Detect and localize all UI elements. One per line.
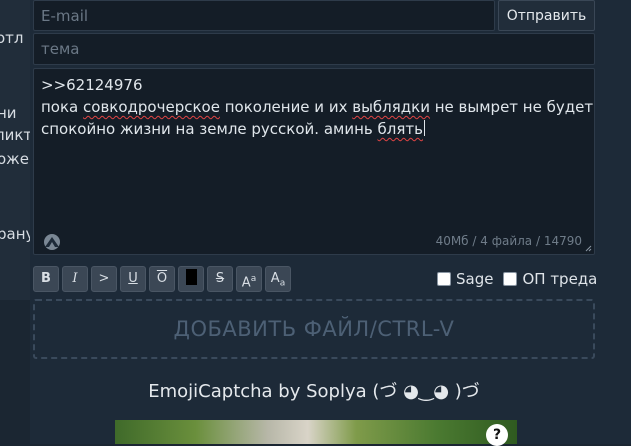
post-options: Sage ОП треда [437,270,597,288]
strikethrough-button[interactable]: S [207,266,233,292]
misspelled-word: совкодрочерское [83,98,220,116]
captcha-title: EmojiCaptcha by Soplya (づ ◕‿◕ )づ [148,381,480,402]
background-text: рану [0,225,30,243]
background-text: ликт [0,126,30,144]
sage-option[interactable]: Sage [437,270,493,288]
background-text: ни [0,104,17,122]
quote-button[interactable]: > [91,266,117,292]
background-post-strip: отл ни ликт оже рану [0,0,30,300]
bold-button[interactable]: B [33,266,59,292]
text-cursor [423,120,425,136]
extension-icon[interactable] [41,233,63,251]
email-field[interactable]: E-mail [33,0,495,31]
background-text: оже [0,150,29,168]
op-checkbox[interactable] [503,272,518,286]
misspelled-word: блять [377,120,423,138]
message-textarea[interactable]: >>62124976 пока совкодрочерское поколени… [33,68,595,255]
captcha-image[interactable] [115,420,517,444]
upload-limit-counter: 40Мб / 4 файла / 14790 [435,234,582,248]
subject-field[interactable]: тема [33,33,595,65]
post-form: E-mail Отправить тема >>62124976 пока со… [30,0,631,446]
underline-button[interactable]: U [120,266,146,292]
misspelled-word: выблядки [352,98,430,116]
submit-button[interactable]: Отправить [498,0,595,31]
spoiler-button[interactable] [178,266,204,292]
message-line: пока совкодрочерское поколение и их выбл… [41,98,594,116]
superscript-button[interactable]: Aa [236,266,262,292]
background-text: отл [0,29,24,47]
sage-checkbox[interactable] [437,272,451,286]
captcha-help-button[interactable]: ? [486,424,508,446]
spoiler-icon [185,269,197,285]
resize-grip-icon[interactable] [585,245,592,252]
overline-button[interactable]: O [149,266,175,292]
message-line: спокойно жизни на земле русской. аминь б… [41,120,425,138]
markup-toolbar: B I > U O S Aa Aa [33,266,291,292]
reply-reference: >>62124976 [41,76,143,94]
file-dropzone[interactable]: ДОБАВИТЬ ФАЙЛ/CTRL-V [33,299,595,359]
italic-button[interactable]: I [62,266,88,292]
op-option[interactable]: ОП треда [503,270,597,288]
subscript-button[interactable]: Aa [265,266,291,292]
